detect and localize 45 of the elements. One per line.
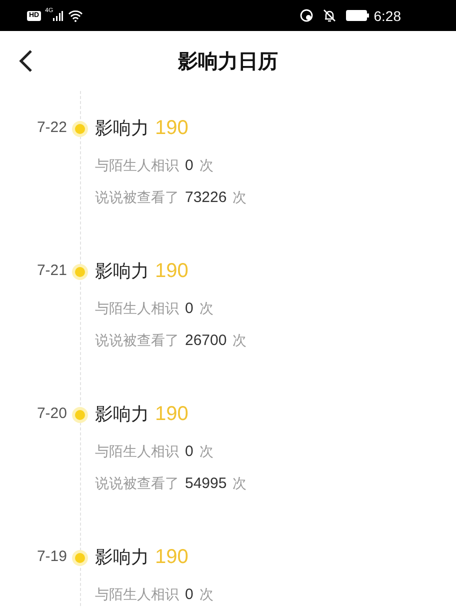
stat-value: 73226: [185, 188, 227, 208]
influence-score: 190: [155, 403, 188, 425]
date-label: 7-20: [36, 404, 67, 424]
stat-label: 与陌生人相识: [95, 586, 179, 605]
stat-value: 0: [185, 299, 194, 319]
stat-value: 54995: [185, 474, 227, 494]
influence-score: 190: [155, 117, 188, 139]
stat-label: 说说被查看了: [95, 332, 179, 351]
back-icon: [18, 49, 34, 73]
influence-label: 影响力: [95, 261, 149, 282]
wifi-icon: [68, 10, 84, 22]
stat-label: 与陌生人相识: [95, 157, 179, 176]
date-label: 7-21: [36, 261, 67, 281]
timeline-dot: [75, 266, 85, 276]
stat-unit: 次: [232, 189, 247, 208]
stat-value: 0: [185, 442, 194, 462]
stat-label: 说说被查看了: [95, 189, 179, 208]
stat-label: 与陌生人相识: [95, 300, 179, 319]
timeline-dot: [75, 552, 85, 562]
battery-icon: [346, 10, 370, 21]
stat-unit: 次: [199, 300, 214, 319]
date-label: 7-19: [36, 547, 67, 567]
influence-label: 影响力: [95, 404, 149, 425]
stat-unit: 次: [232, 332, 247, 351]
stat-value: 0: [185, 156, 194, 176]
stat-unit: 次: [199, 443, 214, 462]
timeline-dot: [75, 410, 85, 420]
influence-label: 影响力: [95, 547, 149, 568]
influence-score: 190: [155, 546, 188, 568]
stat-label: 与陌生人相识: [95, 443, 179, 462]
influence-score: 190: [155, 260, 188, 282]
clock-time: 6:28: [374, 8, 401, 24]
stat-unit: 次: [199, 586, 214, 605]
eye-comfort-icon: [300, 9, 313, 22]
page-title: 影响力日历: [178, 48, 278, 74]
stat-value: 0: [185, 585, 194, 605]
signal-icon: [53, 10, 64, 20]
date-label: 7-22: [36, 118, 67, 138]
stat-label: 说说被查看了: [95, 475, 179, 494]
timeline-dot: [75, 124, 85, 134]
stat-unit: 次: [199, 157, 214, 176]
mute-icon: [322, 9, 336, 22]
stat-value: 26700: [185, 331, 227, 351]
influence-label: 影响力: [95, 118, 149, 139]
stat-unit: 次: [232, 475, 247, 494]
